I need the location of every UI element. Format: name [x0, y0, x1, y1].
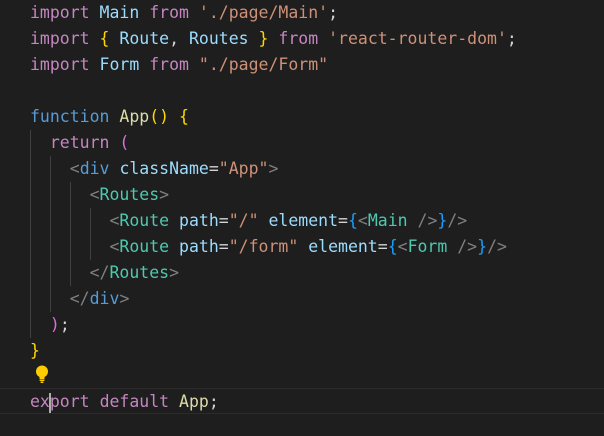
default-keyword: default: [99, 392, 170, 411]
comma: ,: [169, 29, 180, 48]
jsx-attribute-value: "/": [228, 211, 259, 230]
tag-bracket: >: [268, 159, 279, 178]
import-name: Routes: [188, 29, 249, 48]
code-line-routes-close[interactable]: </Routes>: [30, 260, 604, 286]
jsx-attribute: path: [179, 237, 219, 256]
close-brace: }: [30, 341, 40, 360]
tag-bracket: />: [457, 237, 478, 256]
tag-bracket: >: [119, 289, 130, 308]
function-name: App: [119, 107, 150, 126]
tag-bracket: <: [69, 159, 80, 178]
tag-bracket: >: [169, 263, 180, 282]
export-keyword: export: [30, 392, 90, 413]
code-line-route[interactable]: <Route path="/form" element={<Form />}/>: [30, 234, 604, 260]
import-keyword: import: [30, 29, 90, 48]
code-line-import-form[interactable]: import Form from "./page/Form": [30, 52, 604, 78]
import-keyword: import: [30, 55, 90, 74]
code-line-div-open[interactable]: <div className="App">: [30, 156, 604, 182]
jsx-attribute-value: "App": [218, 159, 269, 178]
tag-bracket: />: [487, 237, 507, 256]
code-line-route[interactable]: <Route path="/" element={<Main />}/>: [30, 208, 604, 234]
export-name: App: [179, 392, 209, 411]
export-keyword-part: port: [49, 392, 90, 411]
jsx-tag: div: [79, 159, 110, 178]
return-keyword: return: [49, 133, 110, 152]
tag-bracket: >: [159, 185, 170, 204]
jsx-component: Routes: [99, 185, 160, 204]
jsx-attribute-value: "/form": [228, 237, 299, 256]
code-line-div-close[interactable]: </div>: [30, 286, 604, 312]
code-line-routes-open[interactable]: <Routes>: [30, 182, 604, 208]
code-line-return[interactable]: return (: [30, 130, 604, 156]
code-editor[interactable]: import Main from './page/Main'; import {…: [0, 0, 604, 436]
jsx-component: Form: [407, 237, 448, 256]
jsx-expression-brace: {: [387, 237, 398, 256]
tag-bracket: <: [89, 185, 100, 204]
jsx-tag: div: [89, 289, 120, 308]
jsx-attribute: element: [268, 211, 339, 230]
jsx-expression-brace: }: [437, 211, 448, 230]
open-brace: {: [99, 29, 110, 48]
import-keyword: import: [30, 3, 90, 22]
open-brace: {: [179, 107, 189, 126]
close-brace: }: [258, 29, 269, 48]
tag-bracket: <: [109, 211, 120, 230]
jsx-component: Routes: [109, 263, 170, 282]
equals: =: [218, 211, 229, 230]
equals: =: [208, 159, 219, 178]
code-line-import-router[interactable]: import { Route, Routes } from 'react-rou…: [30, 26, 604, 52]
code-line-function-close[interactable]: }: [30, 338, 604, 364]
jsx-component: Route: [119, 211, 170, 230]
jsx-component: Route: [119, 237, 170, 256]
code-line-export[interactable]: export default App;: [0, 388, 604, 414]
tag-bracket: />: [447, 211, 468, 230]
jsx-attribute: path: [179, 211, 219, 230]
code-line-function[interactable]: function App() {: [30, 104, 604, 130]
tag-bracket: />: [417, 211, 438, 230]
import-name: Form: [99, 55, 140, 74]
semicolon: ;: [208, 392, 219, 411]
jsx-expression-brace: {: [347, 211, 358, 230]
import-source: "./page/Form": [198, 55, 329, 74]
open-paren: (: [119, 133, 130, 152]
tag-bracket: <: [109, 237, 120, 256]
tag-bracket: </: [89, 263, 110, 282]
equals: =: [218, 237, 229, 256]
jsx-component: Main: [367, 211, 408, 230]
tag-bracket: <: [357, 211, 368, 230]
import-source: 'react-router-dom': [328, 29, 507, 48]
semicolon: ;: [328, 3, 338, 22]
import-name: Route: [119, 29, 170, 48]
from-keyword: from: [278, 29, 319, 48]
tag-bracket: <: [397, 237, 408, 256]
equals: =: [377, 237, 388, 256]
lightbulb-icon[interactable]: [33, 364, 51, 384]
code-line-return-close[interactable]: );: [30, 312, 604, 338]
function-params: (): [149, 107, 170, 126]
close-paren: ): [49, 315, 60, 334]
jsx-attribute: className: [119, 159, 209, 178]
function-keyword: function: [30, 107, 110, 126]
code-line-import-main[interactable]: import Main from './page/Main';: [30, 0, 604, 26]
export-keyword-part: ex: [30, 392, 50, 411]
import-source: './page/Main': [198, 3, 329, 22]
semicolon: ;: [59, 315, 70, 334]
equals: =: [338, 211, 348, 230]
tag-bracket: </: [69, 289, 90, 308]
jsx-expression-brace: }: [477, 237, 488, 256]
jsx-attribute: element: [308, 237, 378, 256]
from-keyword: from: [149, 3, 189, 22]
from-keyword: from: [149, 55, 189, 74]
semicolon: ;: [506, 29, 517, 48]
import-name: Main: [99, 3, 140, 22]
